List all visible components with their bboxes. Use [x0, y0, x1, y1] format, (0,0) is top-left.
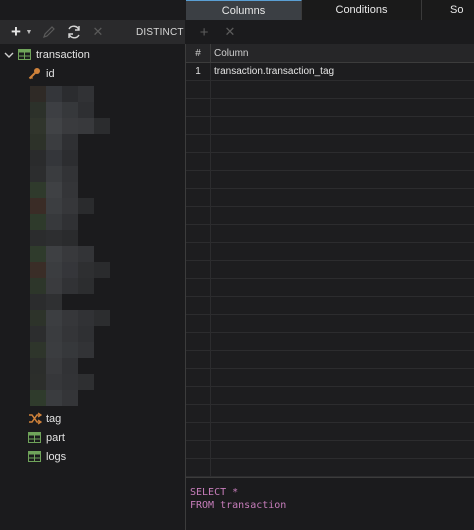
row-number — [186, 117, 211, 135]
tree-item-label: transaction — [36, 48, 90, 61]
table-tree: transaction id tag part logs — [0, 44, 185, 530]
row-number — [186, 405, 211, 423]
sql-preview[interactable]: SELECT * FROM transaction — [185, 477, 474, 530]
header-number: # — [186, 44, 211, 63]
empty-row — [186, 225, 474, 243]
row-column-value[interactable]: transaction.transaction_tag — [214, 63, 334, 81]
columns-toolbar: DISTINCT + ✕ — [118, 20, 474, 44]
sql-line: SELECT * — [190, 487, 239, 498]
empty-row — [186, 423, 474, 441]
empty-row — [186, 243, 474, 261]
empty-row — [186, 117, 474, 135]
row-number — [186, 135, 211, 153]
empty-row — [186, 81, 474, 99]
empty-row — [186, 459, 474, 477]
row-number — [186, 261, 211, 279]
tree-item-label: id — [46, 67, 55, 80]
row-number — [186, 333, 211, 351]
header-column[interactable]: Column — [214, 44, 248, 63]
close-icon[interactable]: ✕ — [88, 20, 108, 44]
row-number — [186, 423, 211, 441]
columns-grid: # Column 1 transaction.transaction_tag — [185, 44, 474, 477]
tab-sort[interactable]: So — [422, 0, 474, 20]
empty-row — [186, 99, 474, 117]
tree-item-id[interactable]: id — [0, 64, 185, 83]
empty-row — [186, 351, 474, 369]
tree-item-tag[interactable]: tag — [0, 409, 185, 428]
tree-item-label: tag — [46, 412, 62, 425]
chevron-down-icon[interactable]: ▼ — [24, 20, 34, 44]
empty-row — [186, 405, 474, 423]
row-number — [186, 315, 211, 333]
tree-item-transaction[interactable]: transaction — [0, 45, 185, 64]
empty-row — [186, 189, 474, 207]
tree-item-logs[interactable]: logs — [0, 447, 185, 466]
empty-row — [186, 297, 474, 315]
empty-row — [186, 261, 474, 279]
empty-row — [186, 207, 474, 225]
table-icon — [28, 451, 41, 462]
empty-row — [186, 387, 474, 405]
row-number: 1 — [186, 63, 211, 81]
table-row[interactable]: 1 transaction.transaction_tag — [186, 63, 474, 81]
key-icon — [28, 68, 40, 80]
row-number — [186, 225, 211, 243]
row-number — [186, 279, 211, 297]
row-number — [186, 171, 211, 189]
grid-header: # Column — [186, 44, 474, 63]
add-column-icon[interactable]: + — [200, 24, 209, 41]
sql-line: FROM transaction — [190, 500, 287, 511]
empty-row — [186, 153, 474, 171]
tab-columns[interactable]: Columns — [186, 0, 302, 20]
chevron-down-icon[interactable] — [4, 50, 14, 60]
row-number — [186, 369, 211, 387]
empty-row — [186, 333, 474, 351]
refresh-icon[interactable] — [62, 20, 86, 44]
table-icon — [28, 432, 41, 443]
empty-row — [186, 279, 474, 297]
plus-icon[interactable]: + — [8, 20, 24, 44]
shuffle-icon — [29, 412, 42, 425]
row-number — [186, 351, 211, 369]
row-number — [186, 387, 211, 405]
row-number — [186, 81, 211, 99]
empty-row — [186, 171, 474, 189]
row-number — [186, 99, 211, 117]
row-number — [186, 243, 211, 261]
row-number — [186, 153, 211, 171]
tree-item-label: part — [46, 431, 65, 444]
row-number — [186, 189, 211, 207]
empty-row — [186, 315, 474, 333]
remove-column-icon[interactable]: ✕ — [224, 24, 235, 40]
row-number — [186, 207, 211, 225]
obscured-content — [30, 86, 124, 406]
row-number — [186, 441, 211, 459]
distinct-toggle[interactable]: DISTINCT — [136, 27, 184, 38]
empty-row — [186, 369, 474, 387]
tab-bar: Columns Conditions So — [186, 0, 474, 20]
tab-conditions[interactable]: Conditions — [302, 0, 422, 20]
row-number — [186, 297, 211, 315]
table-icon — [18, 49, 31, 60]
empty-row — [186, 441, 474, 459]
tree-item-label: logs — [46, 450, 67, 463]
pencil-icon[interactable] — [38, 20, 60, 44]
row-number — [186, 459, 211, 477]
tree-item-part[interactable]: part — [0, 428, 185, 447]
empty-row — [186, 135, 474, 153]
